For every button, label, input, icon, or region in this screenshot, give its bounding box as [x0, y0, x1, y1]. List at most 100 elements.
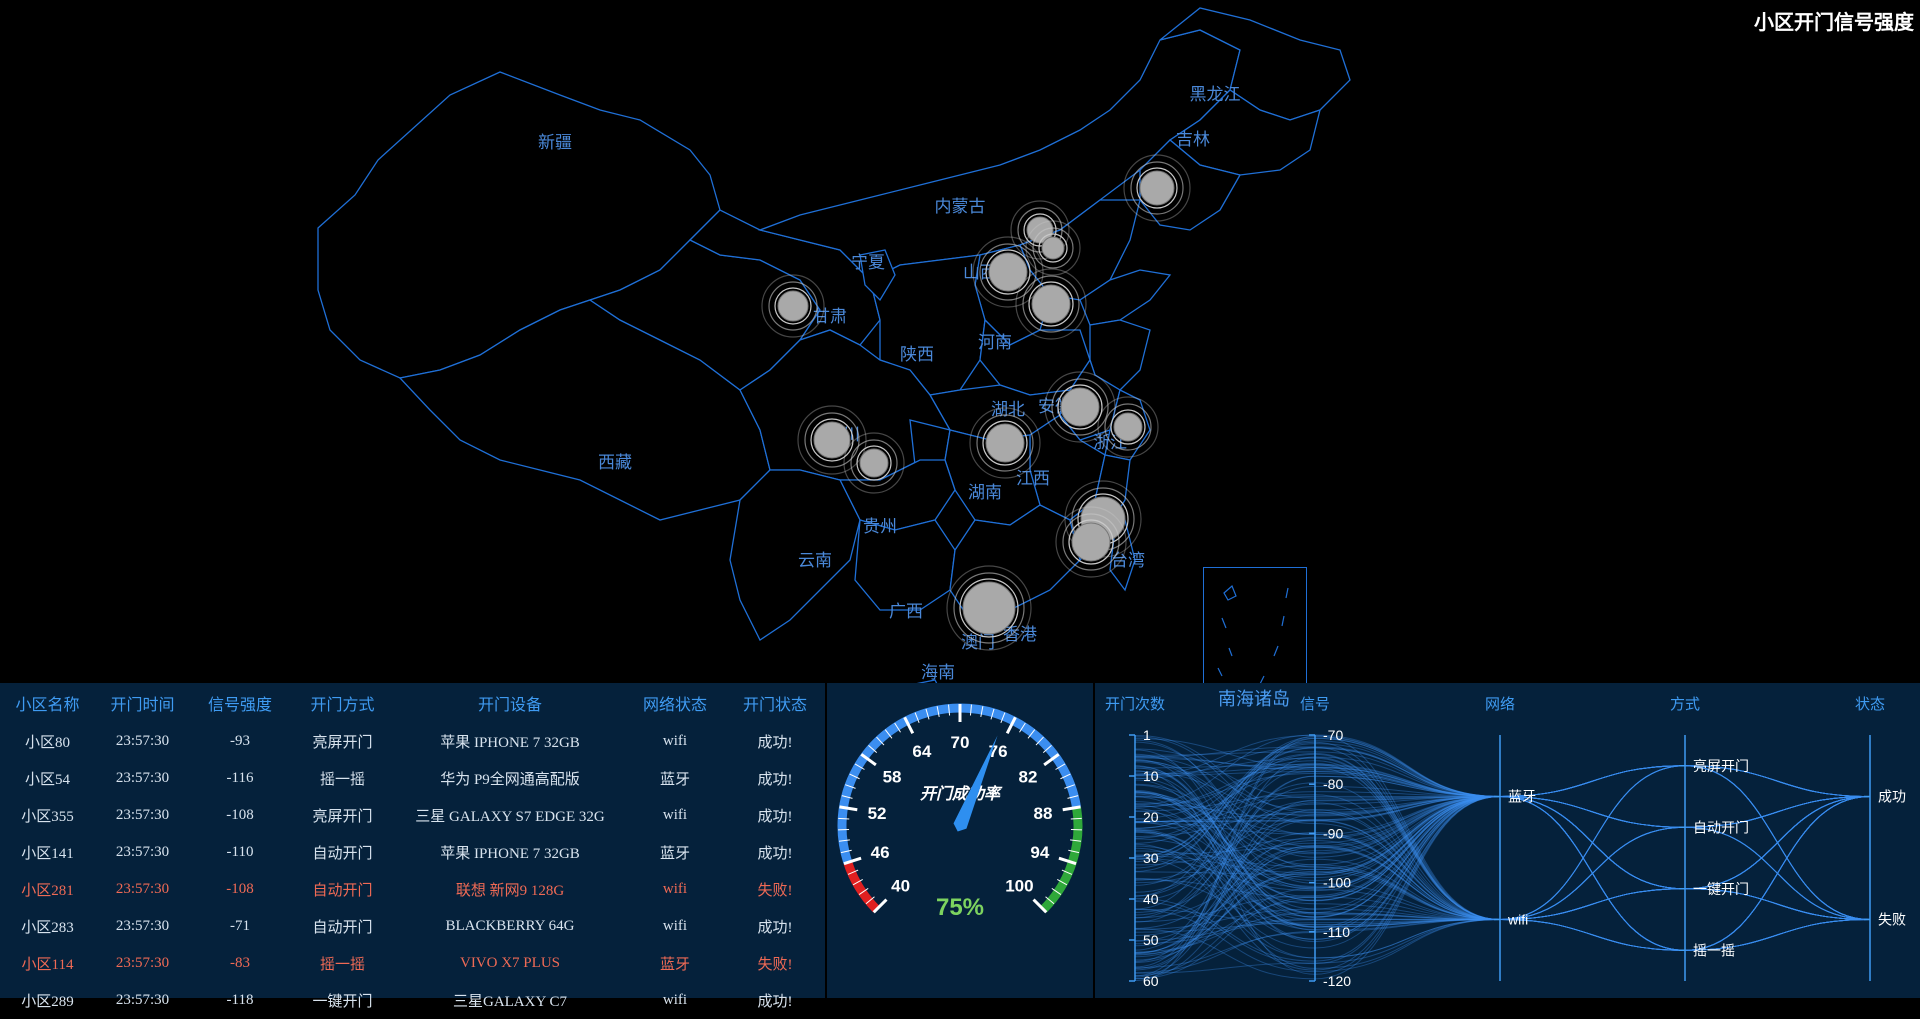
province-label: 宁夏: [851, 253, 885, 272]
cell-signal: -118: [190, 982, 290, 1019]
cell-status: 成功!: [725, 908, 825, 945]
unlock-records-panel: 小区名称 开门时间 信号强度 开门方式 开门设备 网络状态 开门状态 小区802…: [0, 683, 825, 998]
col-header-network: 网络状态: [625, 683, 725, 723]
col-header-device: 开门设备: [395, 683, 625, 723]
col-header-status: 开门状态: [725, 683, 825, 723]
axis-name: 状态: [1855, 696, 1885, 713]
province-label: 河南: [978, 333, 1012, 352]
cell-method: 亮屏开门: [290, 723, 395, 760]
china-map: 新疆西藏甘肃宁夏内蒙古黑龙江吉林山西陕西河南安徽浙江江西湖南贵州云南广西香港海南…: [0, 0, 1920, 720]
cell-name: 小区283: [0, 908, 95, 945]
cell-method: 摇一摇: [290, 760, 395, 797]
cell-signal: -93: [190, 723, 290, 760]
axis-tick-label: 50: [1143, 932, 1159, 948]
parallel-lines: [1135, 735, 1870, 981]
cell-status: 成功!: [725, 982, 825, 1019]
col-header-signal: 信号强度: [190, 683, 290, 723]
axis-tick-label: 摇一摇: [1693, 942, 1735, 958]
parallel-axis: 开门次数1102030405060: [1105, 696, 1165, 989]
province-label: 陕西: [900, 345, 934, 364]
cell-device: VIVO X7 PLUS: [395, 945, 625, 982]
province-label: 香港: [1003, 625, 1037, 644]
province-label: 吉林: [1176, 130, 1210, 149]
cell-name: 小区80: [0, 723, 95, 760]
gauge-name: 开门成功率: [920, 785, 1003, 803]
province-label: 贵州: [863, 517, 897, 536]
cell-status: 成功!: [725, 760, 825, 797]
cell-signal: -71: [190, 908, 290, 945]
cell-signal: -116: [190, 760, 290, 797]
col-header-name: 小区名称: [0, 683, 95, 723]
cell-signal: -108: [190, 871, 290, 908]
parallel-line: [1135, 735, 1870, 950]
cell-network: 蓝牙: [625, 760, 725, 797]
nanhai-label: 南海诸岛: [1218, 685, 1290, 711]
axis-tick-label: 10: [1143, 768, 1159, 784]
table-row: 小区11423:57:30-83摇一摇VIVO X7 PLUS蓝牙失败!: [0, 945, 825, 982]
parallel-axis: 方式亮屏开门自动开门一键开门摇一摇: [1670, 696, 1749, 981]
cell-signal: -108: [190, 797, 290, 834]
cell-name: 小区114: [0, 945, 95, 982]
parallel-coordinates-panel: 开门次数1102030405060信号-70-80-90-100-110-120…: [1095, 683, 1920, 998]
province-label: 湖南: [968, 483, 1002, 502]
table-row: 小区28323:57:30-71自动开门BLACKBERRY 64Gwifi成功…: [0, 908, 825, 945]
cell-signal: -83: [190, 945, 290, 982]
axis-tick-label: 一键开门: [1693, 881, 1749, 897]
axis-tick-label: 30: [1143, 850, 1159, 866]
table-header-row: 小区名称 开门时间 信号强度 开门方式 开门设备 网络状态 开门状态: [0, 683, 825, 723]
axis-tick-label: -70: [1323, 727, 1343, 743]
axis-tick-label: -120: [1323, 973, 1351, 989]
cell-method: 自动开门: [290, 834, 395, 871]
province-label: 内蒙古: [935, 197, 986, 216]
gauge-tick: [1071, 818, 1082, 819]
parallel-axis: 状态成功失败: [1855, 696, 1906, 981]
axis-tick-label: -80: [1323, 776, 1343, 792]
parallel-coordinates-chart: 开门次数1102030405060信号-70-80-90-100-110-120…: [1095, 683, 1920, 998]
cell-status: 成功!: [725, 797, 825, 834]
cell-network: wifi: [625, 908, 725, 945]
province-label: 广西: [889, 602, 923, 621]
cell-network: wifi: [625, 797, 725, 834]
cell-device: 三星GALAXY C7: [395, 982, 625, 1019]
success-rate-panel: 40465258647076828894100 开门成功率 75%: [827, 683, 1093, 998]
gauge-tick-label: 100: [1005, 876, 1033, 895]
cell-name: 小区54: [0, 760, 95, 797]
province-label: 云南: [798, 551, 832, 570]
cell-status: 成功!: [725, 723, 825, 760]
cell-network: wifi: [625, 871, 725, 908]
gauge-tick-label: 40: [891, 876, 910, 895]
gauge-tick-label: 88: [1034, 804, 1053, 823]
axis-name: 网络: [1485, 696, 1515, 713]
axis-tick-label: 1: [1143, 727, 1151, 743]
cell-status: 失败!: [725, 945, 825, 982]
cell-method: 自动开门: [290, 871, 395, 908]
cell-time: 23:57:30: [95, 945, 190, 982]
axis-tick-label: 成功: [1878, 789, 1906, 805]
cell-time: 23:57:30: [95, 982, 190, 1019]
gauge-tick-label: 82: [1018, 768, 1037, 787]
table-row: 小区28123:57:30-108自动开门联想 新网9 128Gwifi失败!: [0, 871, 825, 908]
parallel-axis: 网络蓝牙wifi: [1485, 696, 1536, 981]
parallel-line: [1135, 827, 1870, 945]
cell-network: wifi: [625, 723, 725, 760]
cell-network: 蓝牙: [625, 834, 725, 871]
axis-name: 开门次数: [1105, 696, 1165, 713]
axis-tick-label: 40: [1143, 891, 1159, 907]
col-header-method: 开门方式: [290, 683, 395, 723]
cell-device: 华为 P9全网通高配版: [395, 760, 625, 797]
table-row: 小区28923:57:30-118一键开门三星GALAXY C7wifi成功!: [0, 982, 825, 1019]
cell-device: 苹果 IPHONE 7 32GB: [395, 723, 625, 760]
province-label: 海南: [921, 663, 955, 682]
cell-time: 23:57:30: [95, 908, 190, 945]
gauge-tick-label: 70: [951, 733, 970, 752]
axis-name: 方式: [1670, 696, 1700, 713]
axis-tick-label: 失败: [1878, 912, 1906, 928]
hotspot-marker[interactable]: [947, 566, 1031, 650]
axis-tick-label: wifi: [1507, 912, 1528, 928]
province-label: 甘肃: [813, 307, 847, 326]
gauge-value: 75%: [936, 894, 984, 921]
axis-tick-label: 20: [1143, 809, 1159, 825]
table-row: 小区8023:57:30-93亮屏开门苹果 IPHONE 7 32GBwifi成…: [0, 723, 825, 760]
cell-time: 23:57:30: [95, 871, 190, 908]
axis-tick-label: -90: [1323, 825, 1343, 841]
